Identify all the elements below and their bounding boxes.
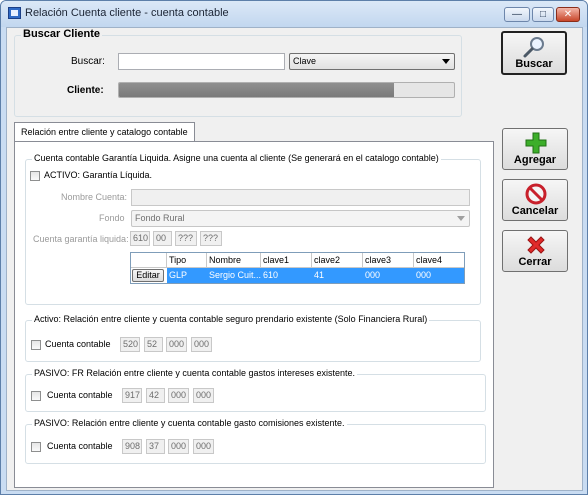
plus-icon — [525, 132, 547, 154]
maximize-button[interactable]: □ — [532, 7, 554, 22]
table-cell-clave2[interactable]: 41 — [312, 268, 363, 283]
agregar-button[interactable]: Agregar — [502, 128, 568, 170]
editar-button[interactable]: Editar — [132, 269, 164, 282]
intereses-segment-2[interactable]: 42 — [146, 388, 165, 403]
comisiones-checkbox[interactable] — [31, 442, 41, 452]
nombre-cuenta-input[interactable] — [131, 189, 470, 206]
buscar-button[interactable]: Buscar — [501, 31, 567, 75]
client-area: Buscar Cliente Buscar: Clave Cliente: Bu… — [6, 27, 583, 491]
comisiones-group: PASIVO: Relación entre cliente y cuenta … — [25, 418, 486, 464]
prendario-group-title: Activo: Relación entre cliente y cuenta … — [32, 314, 430, 324]
nombre-cuenta-label: Nombre Cuenta: — [61, 192, 128, 202]
cancelar-button[interactable]: Cancelar — [502, 179, 568, 221]
comisiones-segment-4[interactable]: 000 — [193, 439, 214, 454]
search-client-group: Buscar Cliente Buscar: Clave Cliente: — [14, 28, 462, 117]
grid-header-clave3: clave3 — [363, 253, 414, 268]
fondo-value: Fondo Rural — [135, 213, 185, 223]
minimize-button[interactable]: — — [504, 7, 530, 22]
intereses-group-title: PASIVO: FR Relación entre cliente y cuen… — [32, 368, 358, 378]
app-icon — [8, 7, 21, 19]
comisiones-segment-1[interactable]: 908 — [122, 439, 142, 454]
table-cell-tipo[interactable]: GLP — [167, 268, 207, 283]
accounts-grid: Tipo Nombre clave1 clave2 clave3 clave4 … — [130, 252, 465, 284]
prendario-check-label: Cuenta contable — [45, 339, 111, 349]
grid-header-nombre: Nombre — [207, 253, 261, 268]
chevron-down-icon — [442, 59, 450, 64]
table-cell-nombre[interactable]: Sergio Cuit... — [207, 268, 261, 283]
main-window: Relación Cuenta cliente - cuenta contabl… — [0, 0, 588, 495]
garantia-segment-1[interactable]: 610 — [130, 231, 150, 246]
agregar-button-label: Agregar — [513, 154, 557, 166]
prendario-segment-3[interactable]: 000 — [166, 337, 187, 352]
comisiones-check-label: Cuenta contable — [47, 441, 113, 451]
client-progress-bar — [118, 82, 455, 98]
search-type-value: Clave — [293, 56, 317, 66]
window-title: Relación Cuenta cliente - cuenta contabl… — [25, 7, 229, 19]
grid-row-button-cell: Editar — [131, 268, 167, 283]
title-bar: Relación Cuenta cliente - cuenta contabl… — [1, 1, 587, 27]
cuenta-garantia-label: Cuenta garantía liquida: — [33, 234, 129, 244]
comisiones-segment-3[interactable]: 000 — [168, 439, 189, 454]
garantia-group-title: Cuenta contable Garantía Liquida. Asigne… — [32, 153, 441, 163]
cliente-label: Cliente: — [67, 85, 104, 96]
cancelar-button-label: Cancelar — [511, 205, 559, 217]
garantia-segment-4[interactable]: ??? — [200, 231, 222, 246]
cerrar-button[interactable]: Cerrar — [502, 230, 568, 272]
magnifier-icon — [523, 37, 544, 58]
intereses-segment-1[interactable]: 917 — [122, 388, 142, 403]
buscar-button-label: Buscar — [515, 58, 553, 70]
buscar-label: Buscar: — [71, 56, 105, 67]
garantia-segment-3[interactable]: ??? — [175, 231, 197, 246]
table-cell-clave1[interactable]: 610 — [261, 268, 312, 283]
tab-relacion[interactable]: Relación entre cliente y catalogo contab… — [14, 122, 195, 142]
grid-header-clave4: clave4 — [414, 253, 464, 268]
search-group-title: Buscar Cliente — [21, 28, 103, 40]
cerrar-button-label: Cerrar — [518, 256, 552, 268]
intereses-group: PASIVO: FR Relación entre cliente y cuen… — [25, 368, 486, 412]
intereses-checkbox[interactable] — [31, 391, 41, 401]
activo-garantia-label: ACTIVO: Garantía Líquida. — [44, 170, 153, 180]
grid-header-tipo: Tipo — [167, 253, 207, 268]
fondo-select[interactable]: Fondo Rural — [131, 210, 470, 227]
comisiones-segment-2[interactable]: 37 — [146, 439, 165, 454]
prendario-checkbox[interactable] — [31, 340, 41, 350]
grid-header-clave2: clave2 — [312, 253, 363, 268]
close-window-button[interactable]: ✕ — [556, 7, 580, 22]
table-cell-clave4[interactable]: 000 — [414, 268, 464, 283]
fondo-label: Fondo — [99, 213, 125, 223]
grid-header-button — [131, 253, 167, 268]
grid-header-clave1: clave1 — [261, 253, 312, 268]
activo-garantia-checkbox[interactable] — [30, 171, 40, 181]
intereses-segment-3[interactable]: 000 — [168, 388, 189, 403]
garantia-group: Cuenta contable Garantía Liquida. Asigne… — [25, 153, 481, 305]
close-icon — [527, 236, 545, 254]
search-type-select[interactable]: Clave — [289, 53, 455, 70]
prendario-segment-2[interactable]: 52 — [144, 337, 163, 352]
prendario-group: Activo: Relación entre cliente y cuenta … — [25, 314, 481, 362]
tab-page: Cuenta contable Garantía Liquida. Asigne… — [14, 141, 494, 488]
table-cell-clave3[interactable]: 000 — [363, 268, 414, 283]
chevron-down-icon — [457, 216, 465, 221]
garantia-segment-2[interactable]: 00 — [153, 231, 172, 246]
intereses-check-label: Cuenta contable — [47, 390, 113, 400]
comisiones-group-title: PASIVO: Relación entre cliente y cuenta … — [32, 418, 347, 428]
search-input[interactable] — [118, 53, 285, 70]
client-progress-fill — [119, 83, 394, 97]
cancel-icon — [525, 183, 547, 205]
intereses-segment-4[interactable]: 000 — [193, 388, 214, 403]
prendario-segment-4[interactable]: 000 — [191, 337, 212, 352]
prendario-segment-1[interactable]: 520 — [120, 337, 140, 352]
